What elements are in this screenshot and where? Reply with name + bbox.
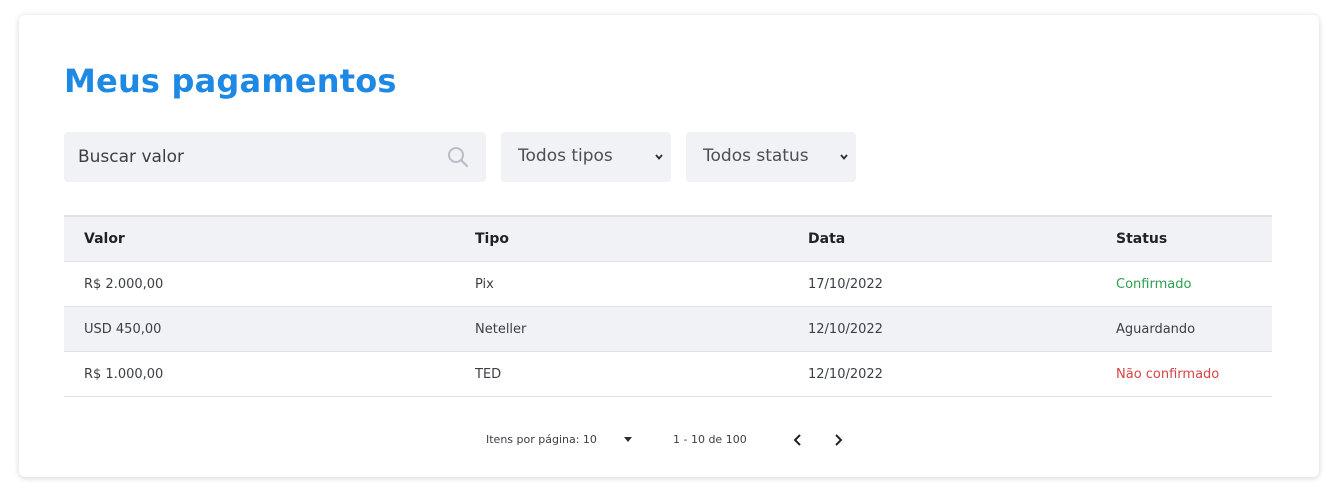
column-header-data[interactable]: Data (808, 217, 845, 261)
column-header-tipo[interactable]: Tipo (475, 217, 509, 261)
tipo-select[interactable]: Todos tipos (501, 132, 671, 182)
cell-data: 12/10/2022 (808, 321, 883, 337)
cell-tipo: Pix (475, 276, 494, 292)
cell-data: 12/10/2022 (808, 366, 883, 382)
page-range: 1 - 10 de 100 (673, 433, 747, 446)
search-icon[interactable] (446, 145, 470, 169)
chevron-right-icon[interactable] (831, 432, 845, 448)
items-per-page-label[interactable]: Itens por página: 10 (486, 433, 597, 446)
caret-down-icon[interactable] (623, 437, 633, 443)
column-header-status[interactable]: Status (1116, 217, 1167, 261)
table-header: Valor Tipo Data Status (64, 215, 1272, 262)
chevron-left-icon[interactable] (791, 432, 805, 448)
status-select[interactable]: Todos status (686, 132, 856, 182)
column-header-valor[interactable]: Valor (84, 217, 125, 261)
cell-tipo: TED (475, 366, 502, 382)
status-text: Aguardando (1116, 321, 1196, 337)
cell-valor: R$ 2.000,00 (84, 276, 164, 292)
table-row[interactable]: USD 450,00 Neteller 12/10/2022 Aguardand… (64, 307, 1272, 352)
status-select-value: Todos status (703, 146, 809, 166)
search-input[interactable] (64, 132, 444, 182)
tipo-select-value: Todos tipos (518, 146, 613, 166)
payments-card: Meus pagamentos Todos tipos Todos status… (19, 15, 1319, 477)
search-box[interactable] (64, 132, 486, 182)
cell-data: 17/10/2022 (808, 276, 883, 292)
payments-table: Valor Tipo Data Status R$ 2.000,00 Pix 1… (64, 215, 1272, 397)
cell-valor: USD 450,00 (84, 321, 162, 337)
status-text: Confirmado (1116, 276, 1192, 292)
pagination: Itens por página: 10 1 - 10 de 100 (19, 430, 1319, 450)
table-row[interactable]: R$ 1.000,00 TED 12/10/2022 Não confirmad… (64, 352, 1272, 397)
page-title: Meus pagamentos (64, 62, 397, 100)
cell-valor: R$ 1.000,00 (84, 366, 164, 382)
chevron-down-icon (655, 154, 663, 160)
chevron-down-icon (840, 154, 848, 160)
status-text: Não confirmado (1116, 366, 1220, 382)
cell-tipo: Neteller (475, 321, 527, 337)
table-row[interactable]: R$ 2.000,00 Pix 17/10/2022 Confirmado (64, 262, 1272, 307)
